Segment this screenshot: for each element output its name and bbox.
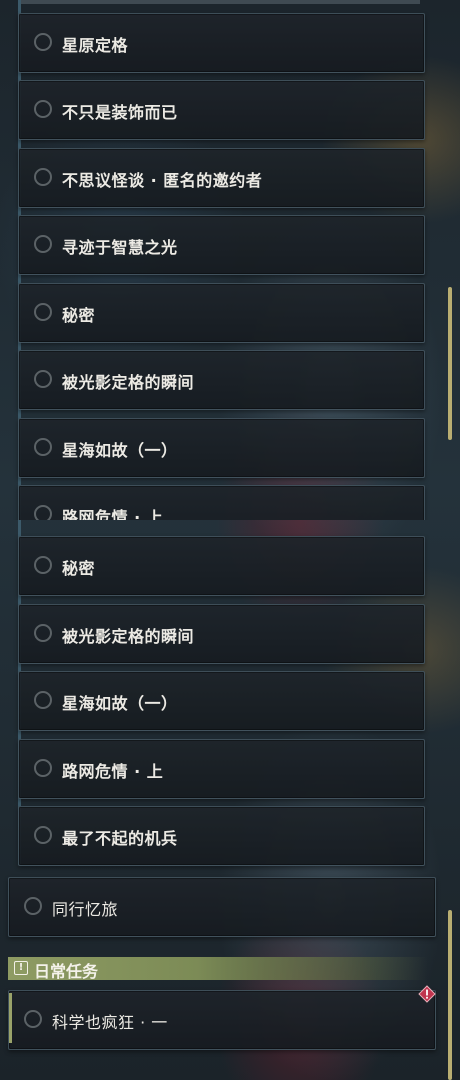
quest-label: 被光影定格的瞬间 xyxy=(62,373,195,392)
quest-label: 寻迹于智慧之光 xyxy=(62,238,178,257)
quest-item[interactable]: 星海如故（一） xyxy=(18,418,425,478)
quest-item[interactable]: 秘密 xyxy=(18,536,425,596)
status-circle-icon xyxy=(34,505,52,520)
status-circle-icon xyxy=(34,235,52,253)
status-circle-icon xyxy=(34,438,52,456)
quest-item[interactable]: 不只是装饰而已 xyxy=(18,80,425,140)
quest-item[interactable]: 寻迹于智慧之光 xyxy=(18,215,425,275)
exclamation-box-icon: ! xyxy=(14,961,28,975)
status-circle-icon xyxy=(34,168,52,186)
status-circle-icon xyxy=(34,759,52,777)
status-circle-icon xyxy=(34,826,52,844)
quest-label: 科学也疯狂 · 一 xyxy=(52,1013,168,1032)
quest-label: 不只是装饰而已 xyxy=(62,103,178,122)
status-circle-icon xyxy=(34,556,52,574)
status-circle-icon xyxy=(24,897,42,915)
quest-label: 路网危情 · 上 xyxy=(62,508,164,520)
quest-label: 星海如故（一） xyxy=(62,694,178,713)
quest-item[interactable]: 星海如故（一） xyxy=(18,671,425,731)
quest-item[interactable]: 最了不起的机兵 xyxy=(18,806,425,866)
status-circle-icon xyxy=(34,100,52,118)
quest-label: 最了不起的机兵 xyxy=(62,829,178,848)
quest-label: 秘密 xyxy=(62,306,96,325)
quest-label: 星海如故（一） xyxy=(62,441,178,460)
status-circle-icon xyxy=(24,1010,42,1028)
companion-quest-item[interactable]: 同行忆旅 xyxy=(8,877,436,937)
quest-item[interactable]: 秘密 xyxy=(18,283,425,343)
alert-diamond-icon xyxy=(418,985,436,1003)
quest-label: 不思议怪谈 · 匿名的邀约者 xyxy=(62,171,263,190)
list-top-edge xyxy=(20,0,420,4)
section-title: 日常任务 xyxy=(34,962,99,981)
quest-item[interactable]: 路网危情 · 上 xyxy=(18,739,425,799)
quest-item[interactable]: 星原定格 xyxy=(18,13,425,73)
status-circle-icon xyxy=(34,370,52,388)
quest-label: 路网危情 · 上 xyxy=(62,762,164,781)
quest-list-top[interactable]: 星原定格 不只是装饰而已 不思议怪谈 · 匿名的邀约者 寻迹于智慧之光 秘密 被… xyxy=(0,0,460,520)
quest-item[interactable]: 被光影定格的瞬间 xyxy=(18,350,425,410)
daily-quest-item[interactable]: 科学也疯狂 · 一 xyxy=(8,990,436,1050)
quest-label: 同行忆旅 xyxy=(52,900,119,919)
status-circle-icon xyxy=(34,691,52,709)
status-circle-icon xyxy=(34,303,52,321)
selected-accent-bar xyxy=(9,993,12,1043)
quest-item[interactable]: 不思议怪谈 · 匿名的邀约者 xyxy=(18,148,425,208)
daily-section-header: ! 日常任务 xyxy=(8,957,428,981)
quest-label: 被光影定格的瞬间 xyxy=(62,627,195,646)
scrollbar-thumb[interactable] xyxy=(448,910,452,1080)
quest-label: 秘密 xyxy=(62,559,96,578)
scrollbar-thumb[interactable] xyxy=(448,287,452,440)
quest-label: 星原定格 xyxy=(62,36,129,55)
quest-item[interactable]: 路网危情 · 上 xyxy=(18,485,425,520)
quest-item[interactable]: 被光影定格的瞬间 xyxy=(18,604,425,664)
status-circle-icon xyxy=(34,33,52,51)
status-circle-icon xyxy=(34,624,52,642)
